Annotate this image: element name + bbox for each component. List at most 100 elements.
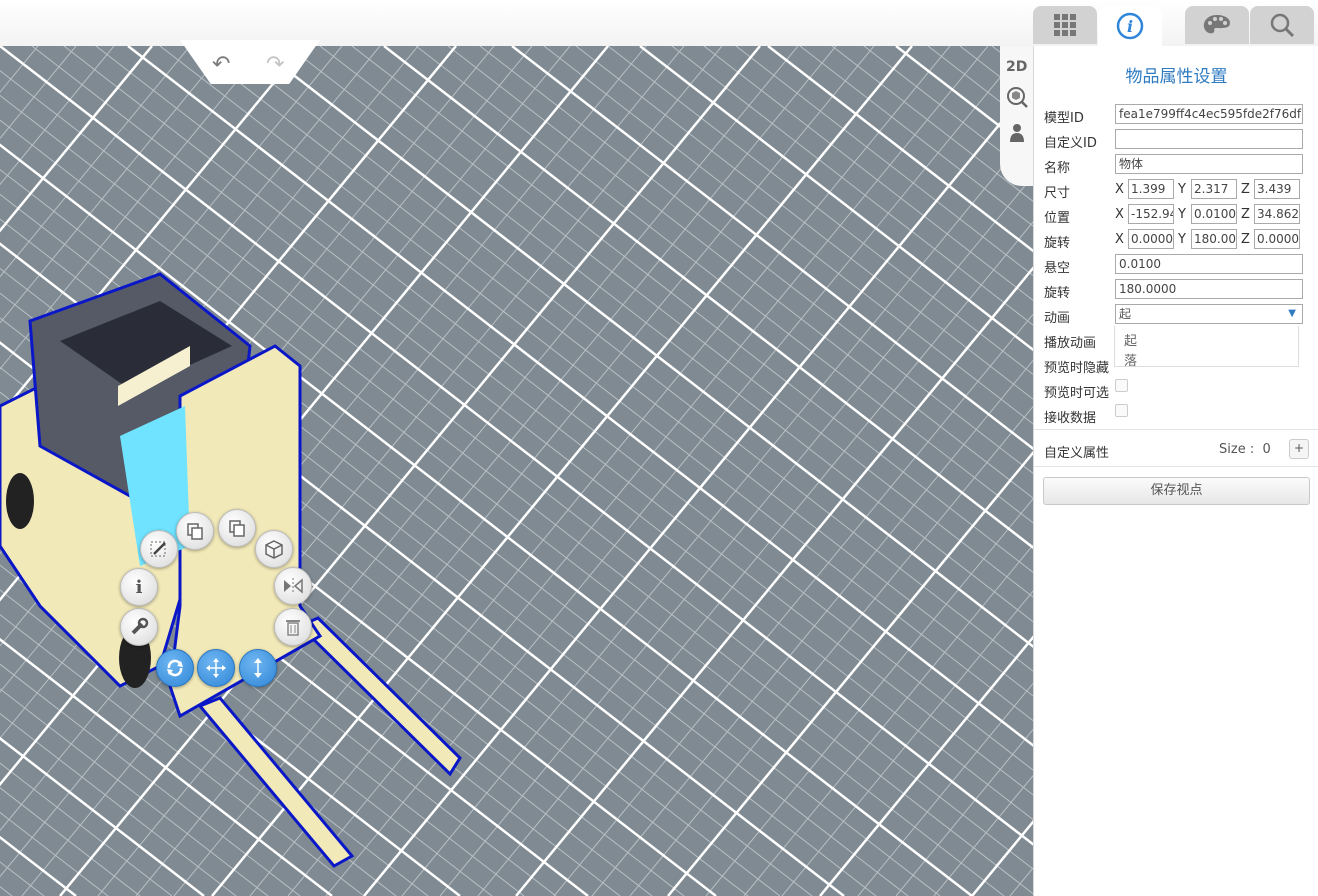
size-value: 0 [1262, 442, 1271, 457]
vertical-move-icon [254, 658, 262, 678]
duplicate-icon [229, 520, 245, 537]
name-field[interactable]: 物体 [1115, 154, 1303, 174]
info-icon: i [1116, 12, 1144, 40]
animation-select[interactable]: 起 ▼ [1115, 304, 1303, 324]
person-icon[interactable] [1006, 122, 1028, 144]
redo-icon[interactable]: ↷ [266, 54, 284, 76]
rotate-field[interactable]: 180.0000 [1115, 279, 1303, 299]
selectable-preview-label: 预览时可选 [1044, 386, 1110, 401]
rotation-z-field[interactable]: 0.0000 [1254, 229, 1300, 249]
custom-props-row: 自定义属性 Size : 0 + [1044, 439, 1309, 464]
model-id-label: 模型ID [1044, 111, 1084, 126]
chevron-down-icon: ▼ [1288, 308, 1296, 319]
animation-label: 动画 [1044, 311, 1071, 326]
position-x-field[interactable]: -152.94 [1128, 204, 1174, 224]
custom-props-size: Size : 0 [1219, 442, 1271, 457]
save-view-button[interactable]: 保存视点 [1043, 477, 1310, 505]
position-z-field[interactable]: 34.862 [1254, 204, 1300, 224]
receive-data-row: 接收数据 [1044, 404, 1314, 426]
mirror-button[interactable] [274, 567, 312, 605]
hide-preview-label: 预览时隐藏 [1044, 361, 1110, 376]
model-id-row: 模型ID fea1e799ff4c4ec595fde2f76df12 [1044, 104, 1314, 126]
axis-z-label: Z [1241, 232, 1250, 247]
copy-icon [187, 523, 203, 540]
cube-icon [265, 540, 283, 559]
position-row: 位置 X -152.94 Y 0.0100 Z 34.862 [1044, 204, 1314, 226]
size-x-field[interactable]: 1.399 [1128, 179, 1174, 199]
rotation-x-field[interactable]: 0.0000 [1128, 229, 1174, 249]
rotate-row: 旋转 180.0000 [1044, 279, 1314, 301]
custom-id-label: 自定义ID [1044, 136, 1097, 151]
custom-id-row: 自定义ID [1044, 129, 1314, 151]
axis-y-label: Y [1178, 207, 1186, 222]
search-icon [1270, 13, 1295, 38]
model-id-field[interactable]: fea1e799ff4c4ec595fde2f76df12 [1115, 104, 1303, 124]
wheel [6, 473, 34, 529]
name-row: 名称 物体 [1044, 154, 1314, 176]
tab-search[interactable] [1250, 6, 1314, 44]
axis-y-label: Y [1178, 232, 1186, 247]
rotation-label: 旋转 [1044, 236, 1071, 251]
tab-properties[interactable]: i [1098, 6, 1162, 46]
axis-x-label: X [1115, 207, 1124, 222]
selectable-preview-row: 预览时可选 [1044, 379, 1314, 401]
3d-viewport[interactable]: i [0, 46, 1033, 896]
fork-right [297, 616, 462, 777]
panel-title: 物品属性设置 [1125, 67, 1228, 87]
add-property-button[interactable]: + [1289, 439, 1309, 459]
selectable-preview-checkbox[interactable] [1115, 379, 1128, 392]
2d-toggle[interactable]: 2D [1006, 59, 1027, 75]
wrench-icon [131, 617, 149, 635]
name-label: 名称 [1044, 161, 1071, 176]
size-z-field[interactable]: 3.439 [1254, 179, 1300, 199]
fork-left [197, 696, 355, 868]
info-icon: i [135, 576, 143, 598]
edit-icon [150, 541, 166, 557]
rotation-y-field[interactable]: 180.00 [1191, 229, 1237, 249]
copy-button[interactable] [176, 512, 214, 550]
receive-data-checkbox[interactable] [1115, 404, 1128, 417]
custom-id-field[interactable] [1115, 129, 1303, 149]
receive-data-label: 接收数据 [1044, 411, 1097, 426]
rotate-label: 旋转 [1044, 286, 1071, 301]
edit-button[interactable] [140, 530, 178, 568]
axis-z-label: Z [1241, 207, 1250, 222]
box-view-button[interactable] [255, 530, 293, 568]
info-button[interactable]: i [120, 568, 158, 606]
settings-button[interactable] [120, 608, 158, 646]
position-label: 位置 [1044, 211, 1071, 226]
duplicate-button[interactable] [218, 509, 256, 547]
panel-tabs: i [1033, 6, 1318, 46]
animation-dropdown: 起 落 [1114, 326, 1299, 369]
axis-y-label: Y [1178, 182, 1186, 197]
axis-x-label: X [1115, 182, 1124, 197]
forklift-model[interactable] [0, 46, 1033, 896]
size-y-field[interactable]: 2.317 [1191, 179, 1237, 199]
move-icon [206, 658, 226, 678]
animation-option[interactable]: 起 [1124, 330, 1137, 349]
custom-props-label: 自定义属性 [1044, 446, 1110, 461]
properties-panel: 物品属性设置 模型ID fea1e799ff4c4ec595fde2f76df1… [1033, 46, 1318, 896]
tab-appearance[interactable] [1185, 6, 1249, 44]
axis-z-label: Z [1241, 182, 1250, 197]
hover-label: 悬空 [1044, 261, 1071, 276]
animation-row: 动画 起 ▼ [1044, 304, 1314, 326]
hover-field[interactable]: 0.0100 [1115, 254, 1303, 274]
animation-option[interactable]: 落 [1124, 350, 1137, 369]
zoom-box-icon[interactable] [1006, 86, 1028, 108]
delete-button[interactable] [274, 608, 312, 646]
trash-icon [286, 620, 300, 636]
animation-selected-value: 起 [1119, 307, 1132, 321]
size-text: Size : [1219, 442, 1255, 457]
undo-icon[interactable]: ↶ [212, 54, 230, 76]
rotate-button[interactable] [156, 649, 194, 687]
tab-library[interactable] [1033, 6, 1097, 44]
divider [1034, 429, 1318, 430]
rotation-row: 旋转 X 0.0000 Y 180.00 Z 0.0000 [1044, 229, 1314, 251]
position-y-field[interactable]: 0.0100 [1191, 204, 1237, 224]
axis-x-label: X [1115, 232, 1124, 247]
move-button[interactable] [197, 649, 235, 687]
lift-button[interactable] [239, 649, 277, 687]
svg-text:i: i [1127, 17, 1133, 36]
mirror-icon [284, 578, 303, 594]
